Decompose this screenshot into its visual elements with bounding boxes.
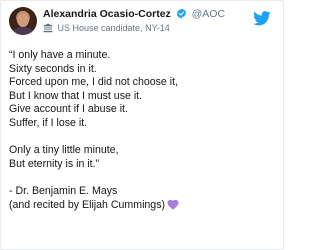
author-label: US House candidate, NY-14 (57, 23, 170, 33)
poem-line: Give account if I abuse it. (9, 103, 128, 116)
avatar-shirt (12, 27, 34, 35)
attribution-line: - Dr. Benjamin E. Mays (9, 184, 118, 197)
avatar-face (17, 13, 29, 27)
tweet-card: Alexandria Ocasio-Cortez @AOC US House c… (0, 0, 284, 250)
avatar[interactable] (9, 7, 37, 35)
poem-line: But I know that I must use it. (9, 89, 143, 102)
attribution-line: (and recited by Elijah Cummings) (9, 199, 275, 213)
tweet-header: Alexandria Ocasio-Cortez @AOC US House c… (9, 7, 275, 37)
poem-line: But eternity is in it.” (9, 157, 100, 170)
twitter-bird-icon[interactable] (253, 11, 271, 26)
government-building-icon (43, 23, 53, 33)
poem-line: “I only have a minute. (9, 49, 111, 61)
poem-line: Suffer, if I lose it. (9, 116, 88, 129)
author-label-row: US House candidate, NY-14 (43, 22, 170, 34)
author-display-name[interactable]: Alexandria Ocasio-Cortez (43, 8, 171, 20)
poem-line: Sixty seconds in it. (9, 62, 97, 75)
tweet-text: “I only have a minute. Sixty seconds in … (9, 49, 275, 212)
author-handle[interactable]: @AOC (192, 8, 225, 20)
poem-line: Forced upon me, I did not choose it, (9, 76, 179, 89)
poem-line: Only a tiny little minute, (9, 144, 119, 157)
purple-heart-icon (167, 199, 179, 210)
author-name-row: Alexandria Ocasio-Cortez @AOC (43, 8, 225, 21)
attribution-text: (and recited by Elijah Cummings) (9, 198, 166, 211)
verified-badge-icon (176, 8, 186, 19)
